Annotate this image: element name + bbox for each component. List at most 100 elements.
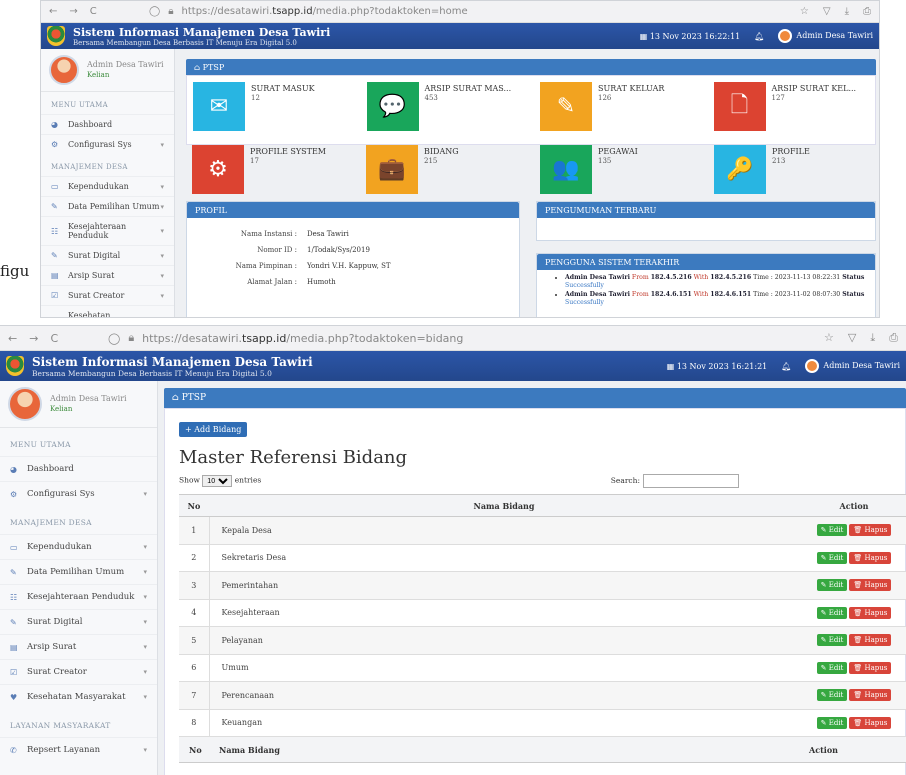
notification-icon[interactable]: 🔔︎ [781,362,791,371]
sidebar-item-arsip[interactable]: ▤ Arsip Surat ▾ [41,265,174,285]
user-menu[interactable]: Admin Desa Tawiri [805,359,900,373]
stat-tile[interactable]: 💬 ARSIP SURAT MAS... 453 [366,82,523,131]
section-main: MENU UTAMA [10,440,71,449]
sidebar-item-kesehatan[interactable]: ♥Kesehatan Masyarakat▾ [0,684,157,709]
edit-icon: ✎ [51,251,58,260]
sidebar-item-kependudukan[interactable]: ▭ Kependudukan ▾ [0,534,157,559]
extensions-icon[interactable]: ⎙ [889,331,898,345]
pengguna-panel: PENGGUNA SISTEM TERAKHIR Admin Desa Tawi… [536,253,876,317]
delete-button[interactable]: 🗑 Hapus [849,579,892,592]
sidebar-item-surat-creator[interactable]: ☑ Surat Creator ▾ [0,659,157,684]
browser-nav: ← → C [8,332,108,345]
chevron-down-icon: ▾ [143,746,147,754]
sidebar-item-kesejahteraan[interactable]: ☷ Kesejahteraan Penduduk ▾ [41,216,174,245]
reload-icon[interactable]: C [50,332,58,345]
row-actions: ✎ Edit 🗑 Hapus [799,654,906,682]
stat-tile[interactable]: 👥 PEGAWAI 135 [540,145,696,194]
col-no[interactable]: No [179,494,209,517]
tile-count: 213 [772,156,786,165]
edit-button[interactable]: ✎ Edit [816,634,848,647]
section-pengaturan: PENGATURAN DESA [0,762,157,775]
address-bar[interactable]: ◯ 🔒︎ https://desatawiri.tsapp.id/media.p… [149,6,800,17]
browser-tools: ☆ ▽ ⤓ ⎙ [800,6,871,17]
forward-icon[interactable]: → [69,6,77,17]
tile-count: 215 [424,156,438,165]
edit-button[interactable]: ✎ Edit [816,551,848,564]
stat-tile[interactable]: ⚙ PROFILE SYSTEM 17 [192,145,348,194]
sidebar-item-surat-digital[interactable]: ✎ Surat Digital ▾ [41,245,174,265]
tile-count: 12 [251,93,260,102]
table-row: 7 Perencanaan ✎ Edit 🗑 Hapus [179,681,906,710]
col-name[interactable]: Nama Bidang [209,494,799,517]
sidebar-item-kesejahteraan[interactable]: ☷ Kesejahteraan Penduduk ▾ [0,584,157,609]
edit-button[interactable]: ✎ Edit [816,661,848,674]
sidebar-item-surat-creator[interactable]: ☑ Surat Creator ▾ [41,285,174,305]
sidebar-item-configurasi[interactable]: ⚙ Configurasi Sys ▾ [41,134,174,154]
archive-icon: ▤ [10,642,18,652]
dashboard-icon: ◕ [51,120,58,129]
extensions-icon[interactable]: ⎙ [863,6,871,17]
delete-button[interactable]: 🗑 Hapus [849,634,892,647]
pengumuman-panel: PENGUMUMAN TERBARU [536,201,876,241]
edit-button[interactable]: ✎ Edit [816,524,848,537]
chevron-down-icon: ▾ [143,543,147,551]
sidebar-item-pemilu[interactable]: ✎ Data Pemilihan Umum ▾ [0,559,157,584]
sidebar-item-surat-digital[interactable]: ✎ Surat Digital ▾ [0,609,157,634]
sidebar-item-arsip[interactable]: ▤ Arsip Surat ▾ [0,634,157,659]
entries-select[interactable]: 10 [202,475,233,487]
delete-button[interactable]: 🗑 Hapus [849,551,892,564]
stat-tile[interactable]: 💼 BIDANG 215 [366,145,522,194]
url-text: https://desatawiri.tsapp.id/media.php?to… [142,331,464,345]
sidebar: Admin Desa Tawiri Kelian MENU UTAMA ◕ Dash… [41,49,175,317]
dashboard-screenshot: ← → C ◯ 🔒︎ https://desatawiri.tsapp.id/m… [40,0,880,318]
edit-button[interactable]: ✎ Edit [816,689,848,702]
star-icon[interactable]: ☆ [800,6,809,17]
download-icon[interactable]: ⤓ [845,6,849,17]
stat-tile[interactable]: ✎ SURAT KELUAR 126 [540,82,696,131]
profil-row: Nomor ID : 1/Todak/Sys/2019 [187,242,519,258]
back-icon[interactable]: ← [8,332,17,345]
section-main: MENU UTAMA [51,101,108,109]
back-icon[interactable]: ← [49,6,57,17]
add-bidang-button[interactable]: + Add Bidang [179,422,248,437]
delete-button[interactable]: 🗑 Hapus [849,524,892,537]
row-name: Keuangan [208,709,799,737]
notification-icon[interactable]: 🔔︎ [754,32,764,41]
search-input[interactable] [643,474,739,488]
delete-button[interactable]: 🗑 Hapus [849,716,892,729]
row-actions: ✎ Edit 🗑 Hapus [799,681,906,710]
sidebar-item-kependudukan[interactable]: ▭ Kependudukan ▾ [41,176,174,196]
tile-label: PROFILE SYSTEM [250,147,326,156]
tile-label: ARSIP SURAT MAS... [424,84,512,93]
download-icon[interactable]: ⤓ [870,331,875,345]
address-bar[interactable]: ◯ 🔒︎ https://desatawiri.tsapp.id/media.p… [108,331,824,345]
village-logo [47,26,65,46]
delete-button[interactable]: 🗑 Hapus [849,661,892,674]
forward-icon[interactable]: → [29,332,38,345]
stat-tile[interactable]: ✉ SURAT MASUK 12 [193,82,349,131]
chevron-down-icon: ▾ [160,316,164,317]
sidebar-item-dashboard[interactable]: ◕ Dashboard [41,114,174,134]
stat-tile[interactable]: 🔑 PROFILE 213 [714,145,870,194]
delete-button[interactable]: 🗑 Hapus [849,606,892,619]
user-menu[interactable]: Admin Desa Tawiri [778,29,873,43]
sidebar-item-dashboard[interactable]: ◕ Dashboard [0,456,157,481]
edit-button[interactable]: ✎ Edit [816,606,848,619]
star-icon[interactable]: ☆ [824,331,834,345]
sidebar-item-kesehatan[interactable]: ♥Kesehatan Masyarakat▾ [41,305,174,317]
pocket-icon[interactable]: ▽ [848,331,856,345]
edit-button[interactable]: ✎ Edit [816,579,848,592]
sidebar-item-repsert[interactable]: ✆ Repsert Layanan ▾ [0,737,157,762]
row-no: 8 [179,709,209,737]
delete-button[interactable]: 🗑 Hapus [849,689,892,702]
reload-icon[interactable]: C [90,6,97,17]
browser-toolbar: ← → C ◯ 🔒︎ https://desatawiri.tsapp.id/m… [41,1,879,23]
gear-icon: ⚙ [10,489,18,499]
sidebar-item-pemilu[interactable]: ✎ Data Pemilihan Umum ▾ [41,196,174,216]
sidebar-item-configurasi[interactable]: ⚙ Configurasi Sys ▾ [0,481,157,506]
stat-tile[interactable]: 🗋 ARSIP SURAT KEL... 127 [713,82,870,131]
edit-button[interactable]: ✎ Edit [816,716,848,729]
app-header: Sistem Informasi Manajemen Desa Tawiri B… [41,23,879,49]
pocket-icon[interactable]: ▽ [823,6,831,17]
profil-value: Desa Tawiri [307,230,349,238]
